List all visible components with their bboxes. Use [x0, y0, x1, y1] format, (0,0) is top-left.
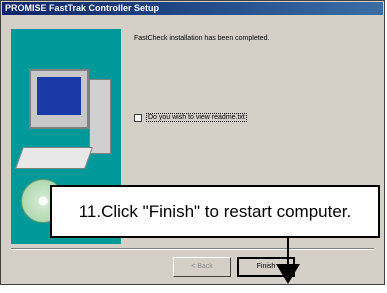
window-title: PROMISE FastTrak Controller Setup	[2, 2, 383, 15]
completion-message: FastCheck installation has been complete…	[134, 35, 270, 42]
computer-tower-icon	[89, 79, 111, 154]
setup-window: PROMISE FastTrak Controller Setup FastCh…	[0, 0, 385, 285]
keyboard-icon	[14, 147, 94, 169]
back-button[interactable]: < Back	[173, 257, 231, 277]
view-readme-label[interactable]: Do you wish to view readme.txt	[146, 113, 247, 122]
monitor-icon	[29, 69, 89, 129]
view-readme-checkbox[interactable]	[134, 113, 142, 122]
view-readme-option[interactable]: Do you wish to view readme.txt	[134, 113, 247, 122]
divider	[11, 248, 374, 250]
down-arrow-icon	[276, 238, 300, 284]
instruction-callout: 11.Click "Finish" to restart computer.	[50, 185, 380, 238]
